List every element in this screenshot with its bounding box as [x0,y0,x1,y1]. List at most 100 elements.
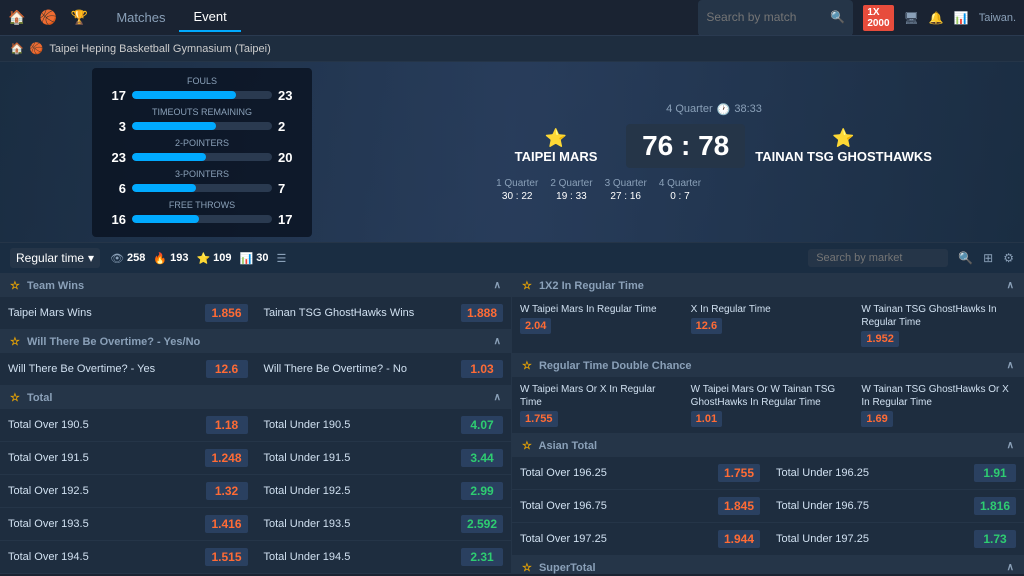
asian-under-19675-cell: Total Under 196.75 1.816 [768,494,1024,518]
star-team-wins: ☆ [10,280,20,292]
overtime-no-odds[interactable]: 1.03 [461,360,503,378]
total-under-190-cell: Total Under 190.5 4.07 [256,413,512,437]
table-row: Total Over 196.25 1.755 Total Under 196.… [512,457,1024,490]
total-over-190-odds[interactable]: 1.18 [206,416,248,434]
total-under-192-odds[interactable]: 2.99 [461,482,503,500]
dc-cell-2: W Taipei Mars Or W Tainan TSG GhostHawks… [683,380,854,430]
table-row: W Taipei Mars In Regular Time 2.04 X In … [512,297,1024,354]
trophy-icon[interactable]: 🏆 [71,9,88,26]
total-under-194-odds[interactable]: 2.31 [461,548,503,566]
score-display: 76 : 78 [626,124,745,168]
teams-score-row: ⭐ TAIPEI MARS 76 : 78 ⭐ TAINAN TSG GHOST… [496,120,932,172]
home-icon[interactable]: 🏠 [8,9,25,26]
section-double-chance[interactable]: ☆ Regular Time Double Chance ∧ [512,354,1024,377]
market-counts: 👁 258 🔥 193 ⭐ 109 📊 30 ☰ [110,252,286,265]
tab-matches[interactable]: Matches [102,4,179,31]
dc-odds-2[interactable]: 1.01 [691,411,722,427]
away-fouls: 23 [278,88,302,103]
home-ft: 16 [102,212,126,227]
home-team-icon: ⭐ [496,128,616,149]
quarter-1: 1 Quarter 30 : 22 [496,178,538,202]
tab-event[interactable]: Event [179,3,240,32]
home-fouls: 17 [102,88,126,103]
dc-odds-1[interactable]: 1.755 [520,411,558,427]
count-fire: 🔥 193 [153,252,188,265]
menu-icon[interactable]: ☰ [276,252,286,265]
total-under-193-odds[interactable]: 2.592 [461,515,503,533]
timeouts-fill [132,122,216,130]
total-over-194-odds[interactable]: 1.515 [205,548,247,566]
quarter-4: 4 Quarter 0 : 7 [659,178,701,202]
section-asian-total[interactable]: ☆ Asian Total ∧ [512,434,1024,457]
fouls-fill [132,91,236,99]
total-under-190-odds[interactable]: 4.07 [461,416,503,434]
eye-icon: 👁 [110,252,124,265]
overtime-yes-cell: Will There Be Overtime? - Yes 12.6 [0,357,256,381]
total-over-192-cell: Total Over 192.5 1.32 [0,479,256,503]
asian-under-19675-odds[interactable]: 1.816 [974,497,1016,515]
threept-label: 3-POINTERS [102,169,302,179]
search-market-input[interactable] [808,249,948,267]
ft-bar [132,215,272,223]
collapse-team-wins: ∧ [494,280,501,291]
home-timeouts: 3 [102,119,126,134]
asian-under-19725-odds[interactable]: 1.73 [974,530,1016,548]
asian-under-19725-cell: Total Under 197.25 1.73 [768,527,1024,551]
total-over-191-odds[interactable]: 1.248 [205,449,247,467]
chart-icon[interactable]: 📊 [954,11,969,25]
team-wins-label: ☆ Team Wins [10,279,84,292]
total-under-191-odds[interactable]: 3.44 [461,449,503,467]
period-filter[interactable]: Regular time ▾ [10,248,100,268]
total-over-192-odds[interactable]: 1.32 [206,482,248,500]
section-supertotal[interactable]: ☆ SuperTotal ∧ [512,556,1024,574]
live-badge: 1X2000 [863,5,893,31]
search-input[interactable] [706,10,826,24]
asian-over-19725-odds[interactable]: 1.944 [718,530,760,548]
home-team-wins-odds[interactable]: 1.856 [205,304,247,322]
basketball-breadcrumb-icon: 🏀 [30,42,44,55]
total-under-194-cell: Total Under 194.5 2.31 [256,545,512,569]
away-team-wins-cell: Tainan TSG GhostHawks Wins 1.888 [256,301,512,325]
twopt-row: 23 20 [102,150,302,165]
dc-odds-3[interactable]: 1.69 [861,411,892,427]
score-panel: FOULS 17 23 TIMEOUTS REMAINING 3 2 2-POI… [0,62,1024,242]
twopt-fill [132,153,206,161]
section-1x2[interactable]: ☆ 1X2 In Regular Time ∧ [512,274,1024,297]
overtime-yes-odds[interactable]: 12.6 [206,360,248,378]
search-market-icon[interactable]: 🔍 [958,251,973,265]
table-row: W Taipei Mars Or X In Regular Time 1.755… [512,377,1024,434]
monitor-icon[interactable]: 🖥 [904,11,919,25]
section-team-wins[interactable]: ☆ Team Wins ∧ [0,274,511,297]
basketball-icon[interactable]: 🏀 [39,9,56,26]
total-over-191-cell: Total Over 191.5 1.248 [0,446,256,470]
away-timeouts: 2 [278,119,302,134]
total-label: ☆ Total [10,391,52,404]
ft-label: FREE THROWS [102,200,302,210]
chevron-down-icon: ▾ [88,251,94,265]
quarters-row: 1 Quarter 30 : 22 2 Quarter 19 : 33 3 Qu… [496,178,932,202]
count-eye: 👁 258 [110,252,145,265]
asian-over-196-odds[interactable]: 1.755 [718,464,760,482]
section-overtime[interactable]: ☆ Will There Be Overtime? - Yes/No ∧ [0,330,511,353]
layout-icon[interactable]: ⊞ [983,251,993,265]
threept-bar [132,184,272,192]
1x2-home-odds[interactable]: 2.04 [520,318,551,334]
asian-under-196-odds[interactable]: 1.91 [974,464,1016,482]
bell-icon[interactable]: 🔔 [929,11,944,25]
1x2-away-odds[interactable]: 1.952 [861,331,899,347]
section-total[interactable]: ☆ Total ∧ [0,386,511,409]
search-box[interactable]: 🔍 [698,0,853,36]
total-over-193-odds[interactable]: 1.416 [205,515,247,533]
collapse-supertotal: ∧ [1007,562,1014,573]
1x2-draw-odds[interactable]: 12.6 [691,318,722,334]
settings-icon[interactable]: ⚙ [1003,251,1014,265]
twopt-bar [132,153,272,161]
collapse-overtime: ∧ [494,336,501,347]
away-team-wins-odds[interactable]: 1.888 [461,304,503,322]
asian-over-19675-odds[interactable]: 1.845 [718,497,760,515]
right-panel: ☆ 1X2 In Regular Time ∧ W Taipei Mars In… [512,274,1024,574]
total-under-193-cell: Total Under 193.5 2.592 [256,512,512,536]
right-icons: 1X2000 🖥 🔔 📊 Taiwan. [863,5,1016,31]
clock-icon: 🕐 [717,103,731,116]
total-over-190-cell: Total Over 190.5 1.18 [0,413,256,437]
